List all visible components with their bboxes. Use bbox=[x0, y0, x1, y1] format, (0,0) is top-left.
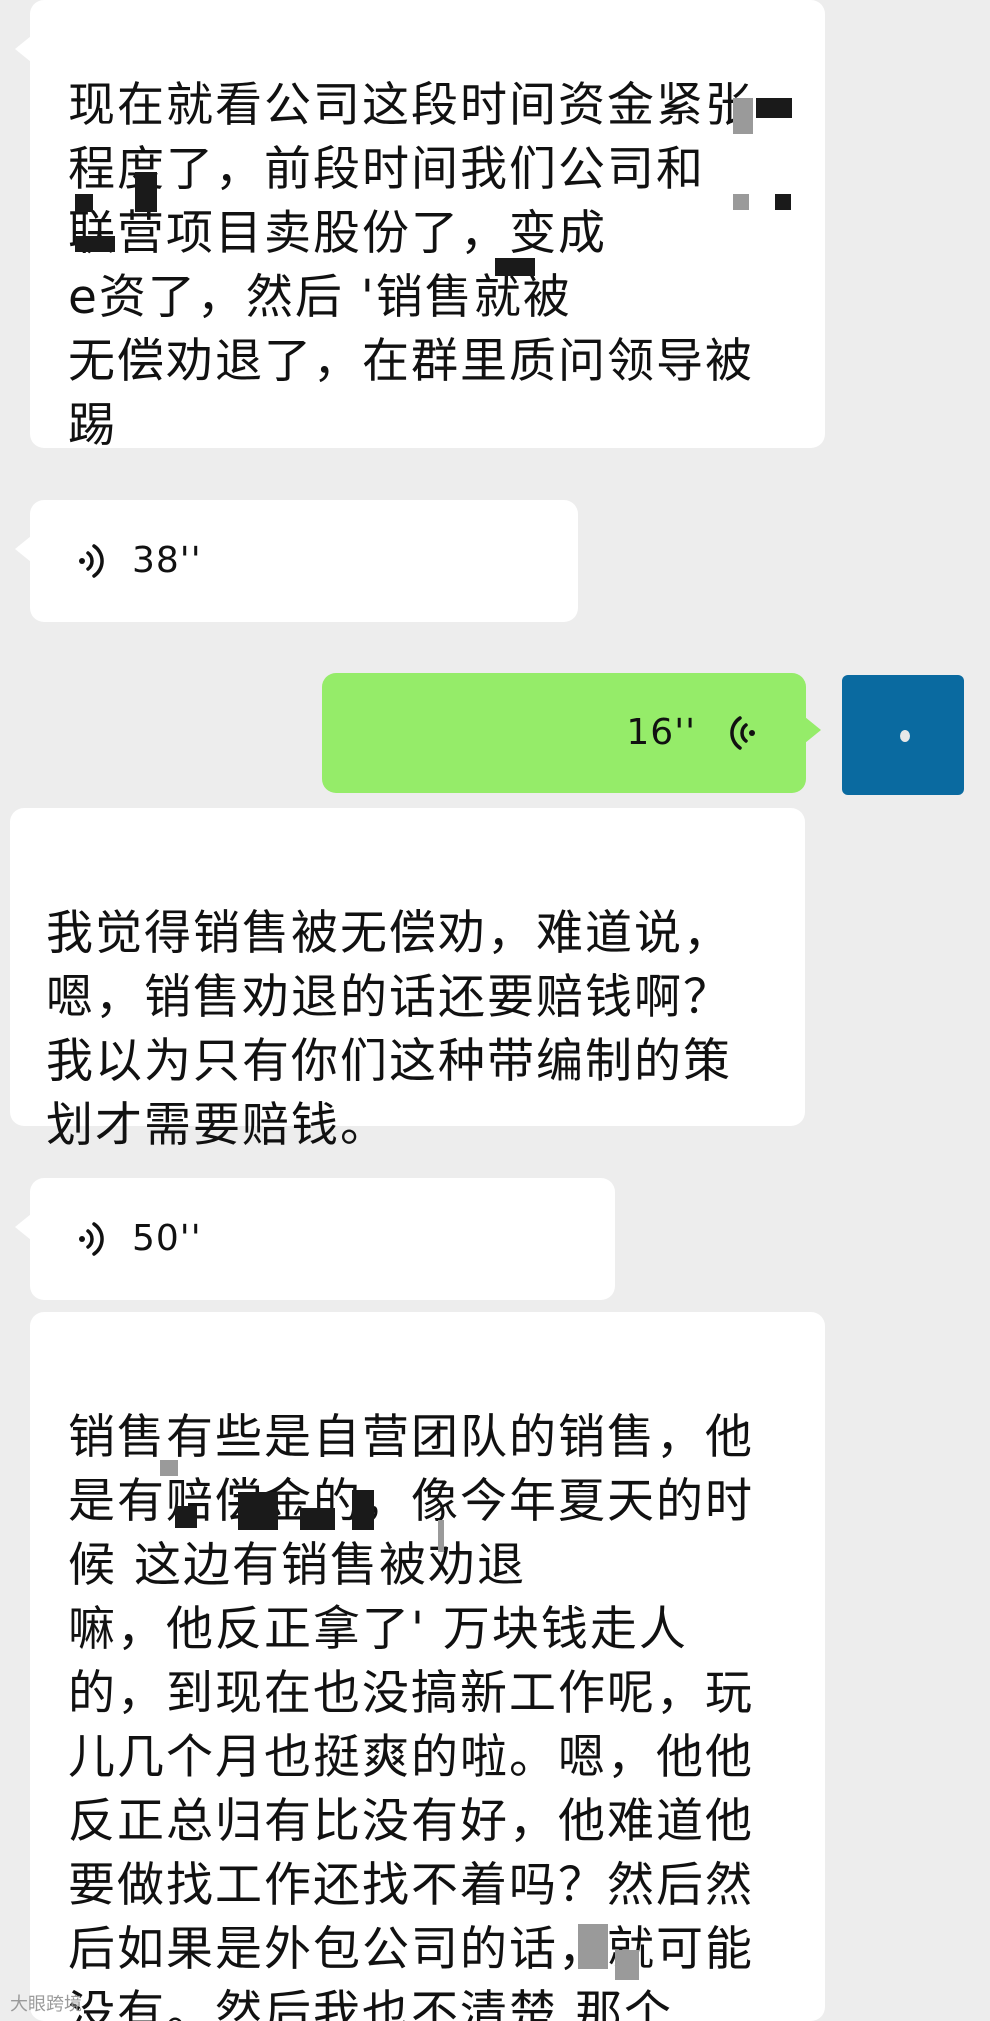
voice-duration: 38'' bbox=[132, 540, 202, 581]
watermark-text: 大眼跨境 bbox=[10, 1994, 82, 2015]
chat-area: 现在就看公司这段时间资金紧张 程度了，前段时间我们公司和 联营项目卖股份了，变成… bbox=[0, 0, 990, 2021]
incoming-text-bubble[interactable]: 销售有些是自营团队的销售，他 是有赔偿金的，像今年夏天的时 候 这边有销售被劝退… bbox=[30, 1312, 825, 2021]
voice-duration: 50'' bbox=[132, 1218, 202, 1259]
incoming-voice-bubble[interactable]: 38'' bbox=[15, 500, 578, 622]
redaction-mark bbox=[300, 1508, 335, 1530]
redaction-mark bbox=[615, 1950, 639, 1980]
redaction-mark bbox=[160, 1460, 178, 1476]
message-text: 现在就看公司这段时间资金紧张 程度了，前段时间我们公司和 联营项目卖股份了，变成… bbox=[68, 78, 754, 453]
incoming-text-bubble[interactable]: 我觉得销售被无偿劝，难道说， 嗯，销售劝退的话还要赔钱啊？ 我以为只有你们这种带… bbox=[10, 808, 805, 1153]
redaction-mark bbox=[733, 194, 749, 210]
voice-wave-icon bbox=[730, 716, 755, 750]
redaction-mark bbox=[175, 1506, 197, 1528]
incoming-text-bubble[interactable]: 现在就看公司这段时间资金紧张 程度了，前段时间我们公司和 联营项目卖股份了，变成… bbox=[15, 0, 825, 453]
incoming-voice-bubble[interactable]: 50'' bbox=[15, 1178, 615, 1300]
redaction-mark bbox=[75, 236, 115, 252]
redaction-mark bbox=[238, 1492, 278, 1530]
redaction-mark bbox=[135, 172, 157, 212]
redaction-mark bbox=[495, 258, 535, 276]
redaction-mark bbox=[438, 1520, 444, 1552]
message-text: 我觉得销售被无偿劝，难道说， 嗯，销售劝退的话还要赔钱啊？ 我以为只有你们这种带… bbox=[46, 906, 732, 1153]
redaction-mark bbox=[733, 98, 753, 134]
redaction-mark bbox=[352, 1490, 374, 1530]
watermark: 大眼跨境 bbox=[10, 1990, 82, 2016]
redaction-mark bbox=[75, 194, 93, 212]
voice-wave-icon bbox=[79, 544, 104, 578]
avatar[interactable] bbox=[842, 675, 964, 795]
avatar-mark bbox=[900, 730, 910, 742]
redaction-mark bbox=[578, 1924, 608, 1969]
outgoing-voice-bubble[interactable]: 16'' bbox=[322, 673, 821, 793]
voice-wave-icon bbox=[79, 1222, 104, 1256]
message-text: 销售有些是自营团队的销售，他 是有赔偿金的，像今年夏天的时 候 这边有销售被劝退… bbox=[68, 1410, 754, 2021]
redaction-mark bbox=[775, 194, 791, 210]
voice-duration: 16'' bbox=[626, 712, 696, 753]
redaction-mark bbox=[756, 98, 792, 118]
